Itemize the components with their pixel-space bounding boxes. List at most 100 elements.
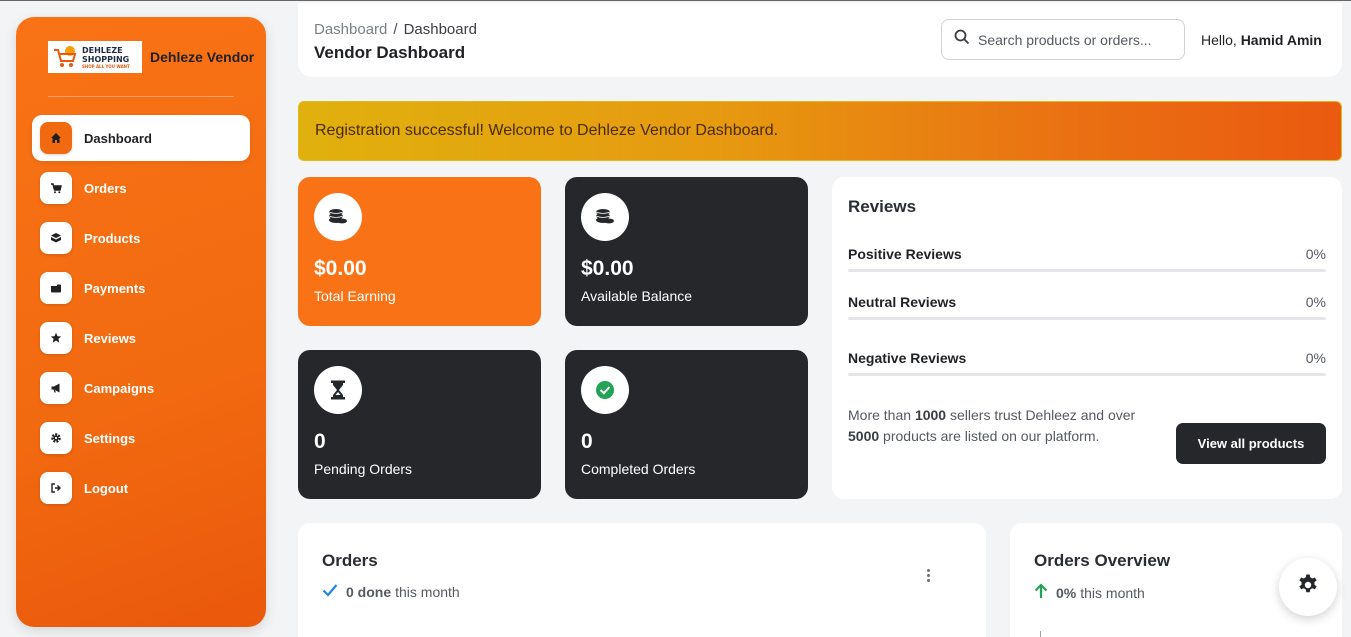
trust-part-2: sellers trust Dehleez and over — [946, 407, 1136, 423]
star-icon — [40, 322, 72, 354]
sidebar-nav: Dashboard Orders Products Payments Revie… — [32, 115, 250, 515]
sidebar-item-payments[interactable]: Payments — [32, 265, 250, 311]
view-all-products-button[interactable]: View all products — [1176, 423, 1326, 464]
trust-part-1: More than — [848, 407, 915, 423]
search-input[interactable] — [978, 31, 1174, 48]
sidebar-item-label: Payments — [84, 280, 146, 296]
wallet-icon — [40, 272, 72, 304]
review-row-negative: Negative Reviews 0% — [848, 350, 1326, 376]
cart-logo-icon — [52, 44, 78, 70]
logo-line-2: SHOPPING — [82, 54, 130, 64]
breadcrumb-separator: / — [393, 21, 398, 38]
stat-label: Pending Orders — [314, 461, 413, 477]
coins-icon — [314, 193, 362, 241]
stat-label: Available Balance — [581, 288, 693, 304]
orders-panel: Orders 0 done this month — [298, 523, 986, 637]
review-name: Positive Reviews — [848, 246, 962, 262]
box-icon — [40, 222, 72, 254]
overview-percent: 0% — [1056, 584, 1077, 601]
breadcrumb-root[interactable]: Dashboard — [314, 21, 387, 38]
trust-sellers-count: 1000 — [914, 407, 947, 423]
sidebar-item-reviews[interactable]: Reviews — [32, 315, 250, 361]
check-circle-icon — [581, 366, 629, 414]
stat-label: Completed Orders — [581, 461, 696, 477]
logo-tagline: SHOP ALL YOU WANT — [82, 63, 130, 69]
breadcrumb-current: Dashboard — [403, 21, 477, 38]
review-row-neutral: Neutral Reviews 0% — [848, 294, 1326, 320]
trust-text: More than 1000 sellers trust Dehleez and… — [848, 405, 1138, 447]
sidebar-item-products[interactable]: Products — [32, 215, 250, 261]
breadcrumb: Dashboard / Dashboard — [314, 21, 477, 38]
arrow-up-icon — [1034, 583, 1048, 602]
stat-value: $0.00 — [581, 257, 634, 280]
review-percent: 0% — [1305, 246, 1326, 262]
more-options-icon[interactable] — [918, 565, 938, 585]
sidebar-item-campaigns[interactable]: Campaigns — [32, 365, 250, 411]
review-percent: 0% — [1305, 294, 1326, 310]
review-percent: 0% — [1305, 350, 1326, 366]
review-row-positive: Positive Reviews 0% — [848, 246, 1326, 272]
gear-icon — [40, 422, 72, 454]
chart-axis-line — [1040, 631, 1041, 637]
brand-logo: DEHLEZE SHOPPING SHOP ALL YOU WANT — [48, 41, 142, 73]
review-progress-bar — [848, 269, 1326, 272]
orders-panel-subtitle: 0 done this month — [322, 583, 460, 600]
stat-card-total-earning: $0.00 Total Earning — [298, 177, 541, 326]
trust-products-count: 5000 — [848, 428, 880, 444]
megaphone-icon — [40, 372, 72, 404]
reviews-title: Reviews — [848, 197, 917, 216]
review-name: Neutral Reviews — [848, 294, 957, 310]
floating-settings-button[interactable] — [1279, 558, 1337, 616]
stat-value: $0.00 — [314, 257, 367, 280]
user-name: Hamid Amin — [1240, 32, 1322, 48]
review-progress-bar — [848, 317, 1326, 320]
sidebar-item-settings[interactable]: Settings — [32, 415, 250, 461]
sidebar-item-orders[interactable]: Orders — [32, 165, 250, 211]
sidebar-item-label: Dashboard — [84, 130, 152, 146]
stat-card-completed-orders: 0 Completed Orders — [565, 350, 808, 499]
success-alert: Registration successful! Welcome to Dehl… — [298, 101, 1342, 161]
orders-panel-title: Orders — [322, 551, 378, 570]
sidebar-item-dashboard[interactable]: Dashboard — [32, 115, 250, 161]
logout-icon — [40, 472, 72, 504]
brand-name: Dehleze Vendor — [150, 49, 255, 65]
sidebar-item-label: Settings — [84, 430, 136, 446]
stat-label: Total Earning — [314, 288, 396, 304]
gear-icon — [1296, 573, 1320, 602]
search-icon — [954, 29, 970, 50]
overview-period: this month — [1080, 584, 1145, 601]
cart-icon — [40, 172, 72, 204]
hourglass-icon — [314, 366, 362, 414]
sidebar-item-logout[interactable]: Logout — [32, 465, 250, 511]
review-name: Negative Reviews — [848, 350, 967, 366]
page-title: Vendor Dashboard — [314, 43, 466, 62]
stat-card-available-balance: $0.00 Available Balance — [565, 177, 808, 326]
greeting-prefix: Hello, — [1201, 32, 1237, 48]
sidebar-item-label: Logout — [84, 480, 129, 496]
check-icon — [322, 583, 338, 600]
review-progress-bar — [848, 373, 1326, 376]
stat-value: 0 — [581, 430, 593, 453]
brand[interactable]: DEHLEZE SHOPPING SHOP ALL YOU WANT Dehle… — [48, 41, 254, 73]
logo-line-1: DEHLEZE — [82, 45, 123, 55]
sidebar-item-label: Campaigns — [84, 380, 155, 396]
trust-part-3: products are listed on our platform. — [879, 428, 1100, 444]
sidebar-item-label: Orders — [84, 180, 127, 196]
coins-icon — [581, 193, 629, 241]
sidebar-item-label: Products — [84, 230, 141, 246]
alert-message: Registration successful! Welcome to Dehl… — [315, 122, 779, 139]
top-header: Dashboard / Dashboard Vendor Dashboard Hel… — [298, 3, 1342, 77]
sidebar-item-label: Reviews — [84, 330, 137, 346]
stat-card-pending-orders: 0 Pending Orders — [298, 350, 541, 499]
orders-overview-subtitle: 0% this month — [1034, 583, 1145, 602]
orders-period: this month — [395, 583, 460, 600]
reviews-card: Reviews Positive Reviews 0% Neutral Revi… — [832, 177, 1342, 499]
search-box[interactable] — [941, 19, 1185, 60]
orders-done-count: 0 done — [346, 583, 392, 600]
user-greeting[interactable]: Hello, Hamid Amin — [1201, 32, 1322, 48]
sidebar: DEHLEZE SHOPPING SHOP ALL YOU WANT Dehle… — [16, 17, 266, 627]
home-icon — [40, 122, 72, 154]
orders-overview-title: Orders Overview — [1034, 551, 1171, 570]
stat-value: 0 — [314, 430, 326, 453]
sidebar-divider — [48, 96, 234, 97]
